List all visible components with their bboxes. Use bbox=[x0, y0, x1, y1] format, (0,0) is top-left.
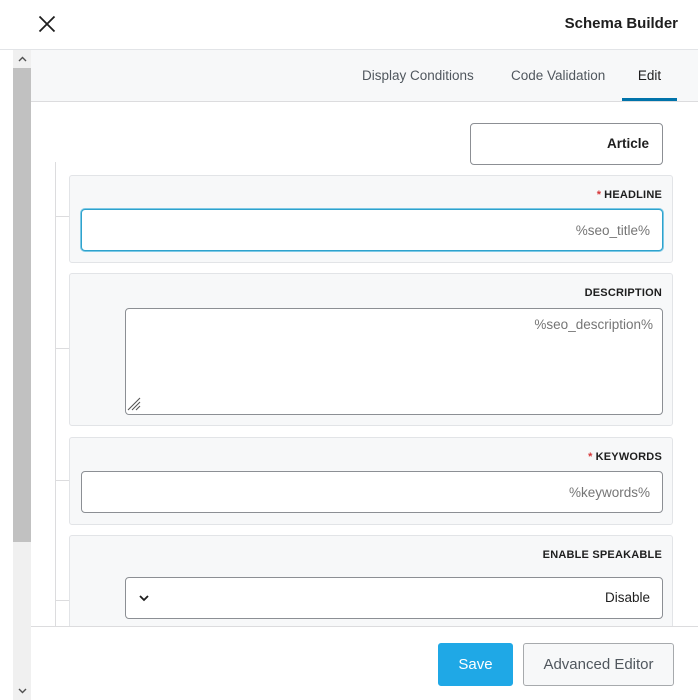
tab-code-validation[interactable]: Code Validation bbox=[511, 50, 605, 101]
tree-connector-tick bbox=[55, 480, 69, 481]
advanced-editor-button[interactable]: Advanced Editor bbox=[523, 643, 674, 686]
enable-speakable-label: ENABLE SPEAKABLE bbox=[542, 549, 662, 561]
keywords-input[interactable] bbox=[81, 471, 663, 513]
tree-connector-tick bbox=[55, 216, 69, 217]
scroll-down-icon[interactable] bbox=[13, 682, 31, 700]
tree-connector-line bbox=[55, 162, 56, 626]
tree-connector-tick bbox=[55, 348, 69, 349]
scrollbar-thumb[interactable] bbox=[13, 68, 31, 542]
resize-handle-icon[interactable] bbox=[127, 397, 141, 411]
schema-editor-panel[interactable]: Article *HEADLINE DESCRIPTION *KEYWORDS … bbox=[31, 102, 698, 626]
tab-display-conditions[interactable]: Display Conditions bbox=[362, 50, 474, 101]
chevron-down-icon bbox=[139, 595, 149, 602]
tab-edit[interactable]: Edit bbox=[622, 50, 677, 101]
save-button[interactable]: Save bbox=[438, 643, 513, 686]
headline-field-card: * HEADLINE bbox=[69, 175, 673, 263]
description-textarea[interactable] bbox=[125, 308, 663, 415]
enable-speakable-select[interactable]: Disable bbox=[125, 577, 663, 619]
headline-label: * HEADLINE bbox=[596, 189, 662, 201]
keywords-field-card: * KEYWORDS bbox=[69, 437, 673, 525]
headline-input[interactable] bbox=[81, 209, 663, 251]
close-button[interactable] bbox=[32, 9, 62, 39]
scroll-up-icon[interactable] bbox=[13, 50, 31, 68]
enable-speakable-value: Disable bbox=[604, 590, 650, 605]
enable-speakable-field-card: ENABLE SPEAKABLE Disable bbox=[69, 535, 673, 626]
required-mark: * bbox=[588, 451, 593, 463]
schema-type-selector[interactable]: Article bbox=[470, 123, 663, 165]
required-mark: * bbox=[596, 189, 602, 201]
close-icon bbox=[38, 15, 56, 33]
description-label: DESCRIPTION bbox=[584, 287, 662, 299]
modal-footer: Save Advanced Editor bbox=[31, 626, 698, 700]
modal-header: Schema Builder bbox=[0, 0, 698, 50]
tree-connector-tick bbox=[55, 600, 69, 601]
keywords-label: * KEYWORDS bbox=[588, 451, 662, 463]
page-scrollbar[interactable] bbox=[0, 0, 31, 700]
modal-title: Schema Builder bbox=[564, 15, 678, 32]
tab-bar: Display Conditions Code Validation Edit bbox=[31, 50, 698, 102]
description-field-card: DESCRIPTION bbox=[69, 273, 673, 426]
